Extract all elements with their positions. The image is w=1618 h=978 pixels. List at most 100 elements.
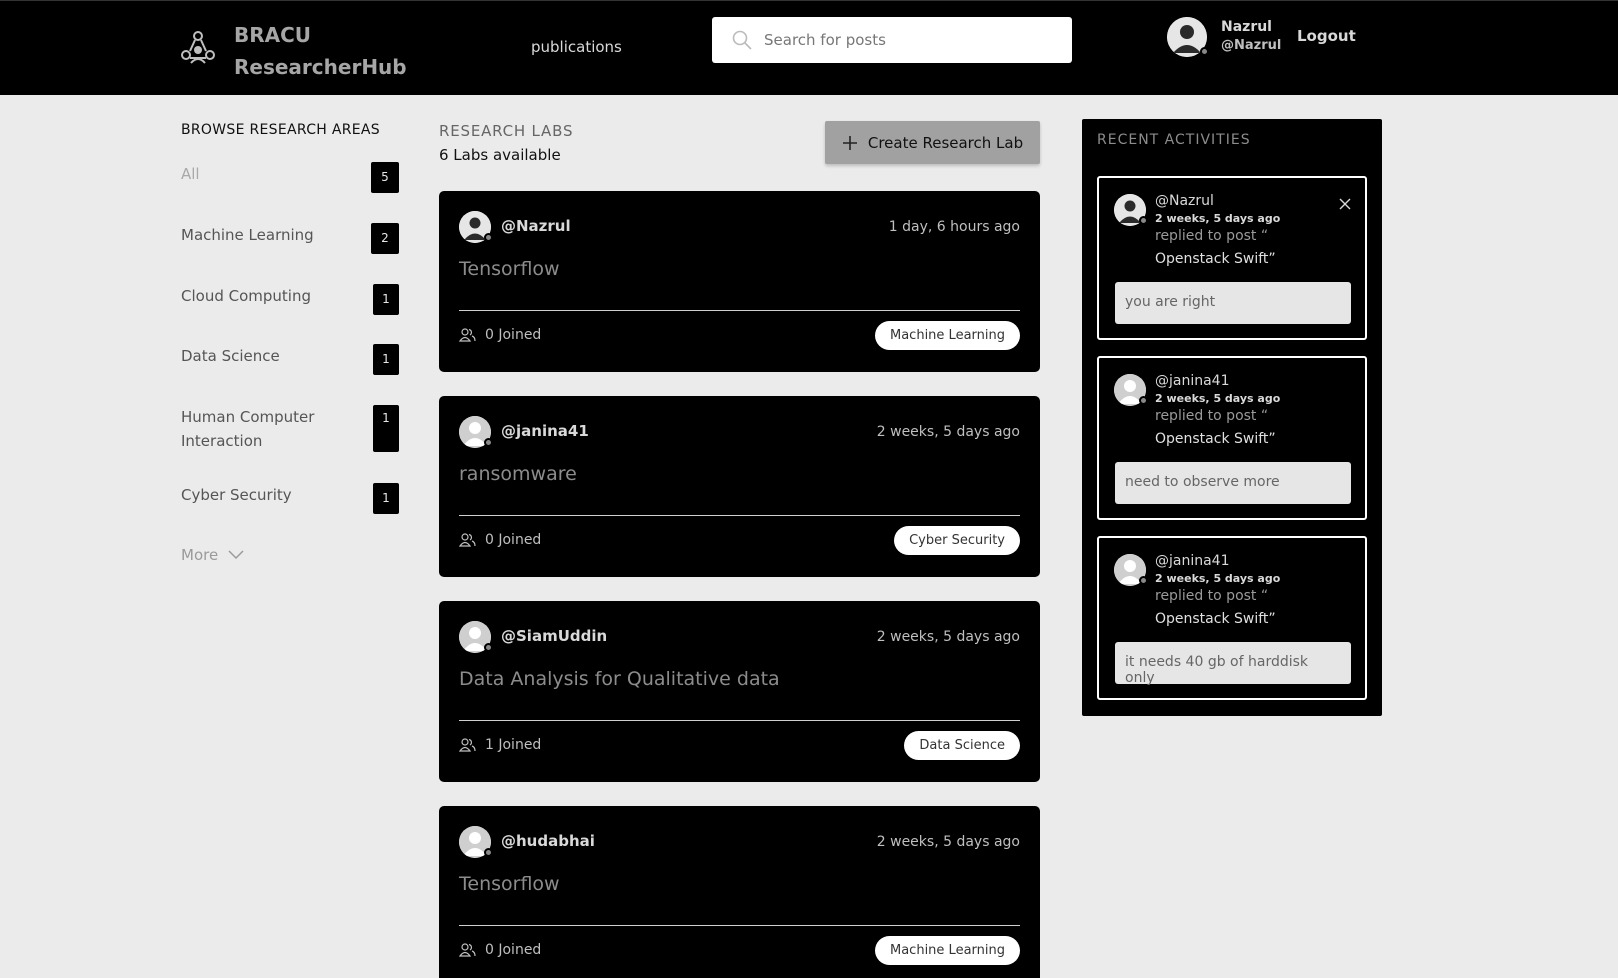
lab-author[interactable]: @Nazrul [501, 217, 571, 235]
lab-card[interactable]: @hudabhai 2 weeks, 5 days ago Tensorflow… [439, 806, 1040, 978]
author-avatar[interactable] [459, 621, 493, 653]
nav-publications-link[interactable]: publications [531, 38, 622, 56]
activity-user[interactable]: @janina41 [1155, 553, 1230, 569]
create-button-label: Create Research Lab [867, 133, 1024, 152]
category-count-badge: 1 [373, 284, 399, 315]
lab-name[interactable]: Tensorflow [459, 258, 560, 280]
category-count-badge: 1 [373, 405, 399, 452]
chevron-down-icon [228, 550, 244, 560]
category-cyber-security[interactable]: Cyber Security 1 [181, 483, 399, 514]
lab-timestamp: 2 weeks, 5 days ago [876, 834, 1020, 850]
online-status-dot [484, 643, 493, 652]
search-input[interactable] [764, 31, 1054, 49]
brand-line-1: BRACU [234, 23, 312, 47]
activity-card[interactable]: @Nazrul 2 weeks, 5 days ago replied to p… [1097, 176, 1367, 340]
lab-card[interactable]: @SiamUddin 2 weeks, 5 days ago Data Anal… [439, 601, 1040, 782]
online-status-dot [1139, 396, 1148, 405]
online-status-dot [1139, 216, 1148, 225]
brand-line-2: ResearcherHub [234, 55, 407, 79]
online-status-dot [1139, 576, 1148, 585]
category-label: Machine Learning [181, 226, 314, 244]
activity-post-title[interactable]: Openstack Swift” [1155, 431, 1276, 447]
plus-icon [842, 135, 857, 150]
activity-post-title[interactable]: Openstack Swift” [1155, 611, 1276, 627]
divider [459, 925, 1020, 926]
lab-name[interactable]: Tensorflow [459, 873, 560, 895]
activity-card[interactable]: @janina41 2 weeks, 5 days ago replied to… [1097, 536, 1367, 700]
joined-label: 0 Joined [485, 532, 542, 548]
activity-post-title[interactable]: Openstack Swift” [1155, 251, 1276, 267]
joined-label: 0 Joined [485, 942, 542, 958]
lab-category-tag[interactable]: Machine Learning [875, 321, 1020, 350]
category-human-computer-interaction[interactable]: Human Computer Interaction 1 [181, 405, 399, 453]
lab-card[interactable]: @janina41 2 weeks, 5 days ago ransomware… [439, 396, 1040, 577]
brand-title[interactable]: BRACU ResearcherHub [234, 19, 407, 83]
activity-time: 2 weeks, 5 days ago [1155, 392, 1281, 405]
category-machine-learning[interactable]: Machine Learning 2 [181, 223, 399, 254]
lab-timestamp: 2 weeks, 5 days ago [876, 629, 1020, 645]
activity-time: 2 weeks, 5 days ago [1155, 572, 1281, 585]
lab-joined-count: 0 Joined [459, 942, 541, 958]
online-status-dot [484, 438, 493, 447]
category-label: Data Science [181, 347, 280, 365]
activity-card[interactable]: @janina41 2 weeks, 5 days ago replied to… [1097, 356, 1367, 520]
lab-joined-count: 1 Joined [459, 737, 541, 753]
lab-category-tag[interactable]: Data Science [904, 731, 1020, 760]
create-research-lab-button[interactable]: Create Research Lab [825, 121, 1040, 164]
category-count-badge: 1 [373, 344, 399, 375]
users-icon [459, 943, 476, 957]
recent-activities-panel: RECENT ACTIVITIES @Nazrul 2 weeks, 5 day… [1082, 119, 1382, 716]
lab-author[interactable]: @janina41 [501, 422, 589, 440]
category-data-science[interactable]: Data Science 1 [181, 344, 399, 375]
logout-button[interactable]: Logout [1297, 27, 1356, 45]
lab-name[interactable]: Data Analysis for Qualitative data [459, 668, 780, 690]
search-box[interactable] [712, 17, 1072, 63]
activity-action: replied to post “ [1155, 408, 1269, 424]
logo-icon[interactable] [180, 29, 216, 65]
activity-avatar[interactable] [1114, 374, 1148, 406]
top-header: BRACU ResearcherHub publications Nazrul … [0, 0, 1618, 95]
search-icon [732, 30, 752, 50]
lab-author[interactable]: @SiamUddin [501, 627, 607, 645]
lab-timestamp: 2 weeks, 5 days ago [876, 424, 1020, 440]
divider [459, 310, 1020, 311]
users-icon [459, 533, 476, 547]
category-count-badge: 2 [371, 223, 399, 254]
activity-user[interactable]: @janina41 [1155, 373, 1230, 389]
lab-card[interactable]: @Nazrul 1 day, 6 hours ago Tensorflow 0 … [439, 191, 1040, 372]
online-status-dot [1200, 47, 1209, 56]
category-label: All [181, 165, 200, 183]
lab-name[interactable]: ransomware [459, 463, 577, 485]
users-icon [459, 328, 476, 342]
activity-avatar[interactable] [1114, 194, 1148, 226]
category-all[interactable]: All 5 [181, 162, 399, 193]
category-count-badge: 1 [373, 483, 399, 514]
activity-avatar[interactable] [1114, 554, 1148, 586]
more-categories-toggle[interactable]: More [181, 546, 244, 564]
research-labs-title: RESEARCH LABS [439, 122, 574, 140]
users-icon [459, 738, 476, 752]
joined-label: 0 Joined [485, 327, 542, 343]
online-status-dot [484, 848, 493, 857]
category-cloud-computing[interactable]: Cloud Computing 1 [181, 284, 399, 315]
activity-reply-text: need to observe more [1115, 462, 1351, 504]
activity-user[interactable]: @Nazrul [1155, 193, 1214, 209]
lab-joined-count: 0 Joined [459, 532, 541, 548]
divider [459, 720, 1020, 721]
category-label: Cyber Security [181, 486, 292, 504]
lab-timestamp: 1 day, 6 hours ago [888, 219, 1020, 235]
category-label: Human Computer Interaction [181, 408, 315, 450]
lab-category-tag[interactable]: Cyber Security [894, 526, 1020, 555]
user-avatar[interactable] [1167, 17, 1209, 57]
labs-available-count: 6 Labs available [439, 146, 561, 164]
lab-author[interactable]: @hudabhai [501, 832, 595, 850]
close-icon[interactable] [1339, 198, 1351, 210]
author-avatar[interactable] [459, 211, 493, 243]
lab-category-tag[interactable]: Machine Learning [875, 936, 1020, 965]
author-avatar[interactable] [459, 416, 493, 448]
divider [459, 515, 1020, 516]
activity-action: replied to post “ [1155, 228, 1269, 244]
author-avatar[interactable] [459, 826, 493, 858]
user-handle: @Nazrul [1221, 38, 1282, 53]
joined-label: 1 Joined [485, 737, 542, 753]
